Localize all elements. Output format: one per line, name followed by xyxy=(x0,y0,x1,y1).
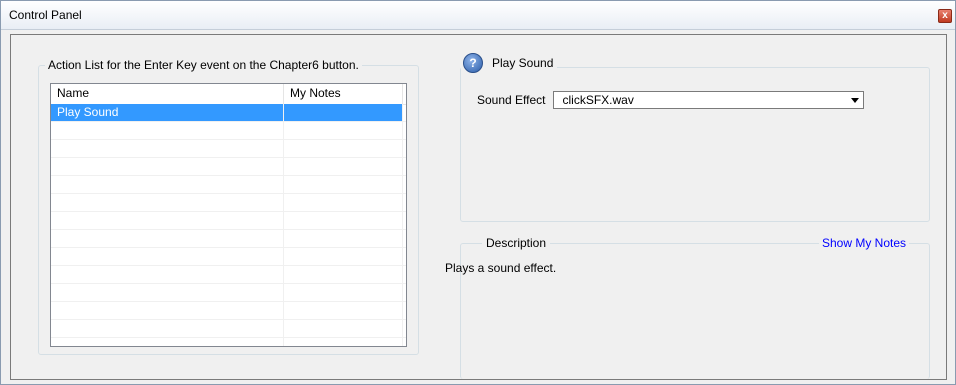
empty-cell xyxy=(284,230,403,247)
action-settings-title: Play Sound xyxy=(492,56,554,70)
empty-cell xyxy=(51,248,284,265)
action-list[interactable]: Name My Notes Play Sound xyxy=(50,83,407,347)
empty-cell xyxy=(284,266,403,283)
list-item[interactable]: Play Sound xyxy=(51,104,406,122)
empty-row xyxy=(51,248,406,266)
column-header-my-notes[interactable]: My Notes xyxy=(284,84,403,104)
empty-row xyxy=(51,158,406,176)
action-list-caption: Action List for the Enter Key event on t… xyxy=(45,58,362,72)
sound-effect-label: Sound Effect xyxy=(477,93,546,107)
description-label: Description xyxy=(482,236,551,250)
empty-cell xyxy=(51,194,284,211)
empty-cell xyxy=(284,158,403,175)
empty-cell xyxy=(284,176,403,193)
empty-cell xyxy=(284,194,403,211)
empty-cell xyxy=(51,320,284,337)
empty-row xyxy=(51,194,406,212)
empty-cell xyxy=(51,338,284,346)
description-text: Plays a sound effect. xyxy=(445,261,557,275)
chevron-down-icon[interactable] xyxy=(850,98,859,103)
list-rows: Play Sound xyxy=(51,104,406,346)
empty-row xyxy=(51,338,406,346)
empty-cell xyxy=(51,158,284,175)
empty-row xyxy=(51,266,406,284)
empty-row xyxy=(51,320,406,338)
list-header: Name My Notes xyxy=(51,84,406,105)
question-icon[interactable]: ? xyxy=(463,53,483,73)
title-bar[interactable]: Control Panel x xyxy=(1,1,955,30)
empty-cell xyxy=(51,230,284,247)
empty-row xyxy=(51,176,406,194)
show-my-notes-link[interactable]: Show My Notes xyxy=(818,236,909,250)
empty-cell xyxy=(51,284,284,301)
empty-cell xyxy=(284,302,403,319)
control-panel-window: Control Panel x Action List for the Ente… xyxy=(0,0,956,385)
empty-cell xyxy=(51,302,284,319)
empty-cell xyxy=(51,140,284,157)
empty-row xyxy=(51,212,406,230)
empty-cell xyxy=(284,284,403,301)
close-button[interactable]: x xyxy=(938,9,952,23)
panel-content: Action List for the Enter Key event on t… xyxy=(10,34,947,380)
empty-row xyxy=(51,284,406,302)
empty-cell xyxy=(284,320,403,337)
list-item-notes xyxy=(284,104,403,121)
empty-cell xyxy=(51,176,284,193)
description-group: Description Show My Notes Plays a sound … xyxy=(445,236,930,379)
empty-cell xyxy=(51,212,284,229)
sound-effect-row: Sound Effect clickSFX.wav xyxy=(477,90,864,110)
sound-effect-value: clickSFX.wav xyxy=(562,93,634,107)
list-item-name: Play Sound xyxy=(51,104,284,121)
empty-cell xyxy=(284,122,403,139)
empty-cell xyxy=(284,212,403,229)
empty-row xyxy=(51,140,406,158)
empty-cell xyxy=(284,248,403,265)
action-settings-group: ? Play Sound Sound Effect clickSFX.wav xyxy=(460,52,930,222)
empty-row xyxy=(51,122,406,140)
column-header-name[interactable]: Name xyxy=(51,84,284,104)
empty-cell xyxy=(51,266,284,283)
sound-effect-select[interactable]: clickSFX.wav xyxy=(552,91,864,109)
window-title: Control Panel xyxy=(9,8,82,22)
empty-cell xyxy=(284,140,403,157)
empty-row xyxy=(51,230,406,248)
empty-cell xyxy=(51,122,284,139)
action-settings-header: ? Play Sound xyxy=(461,52,558,74)
empty-cell xyxy=(284,338,403,346)
empty-row xyxy=(51,302,406,320)
action-list-group: Action List for the Enter Key event on t… xyxy=(38,58,419,355)
